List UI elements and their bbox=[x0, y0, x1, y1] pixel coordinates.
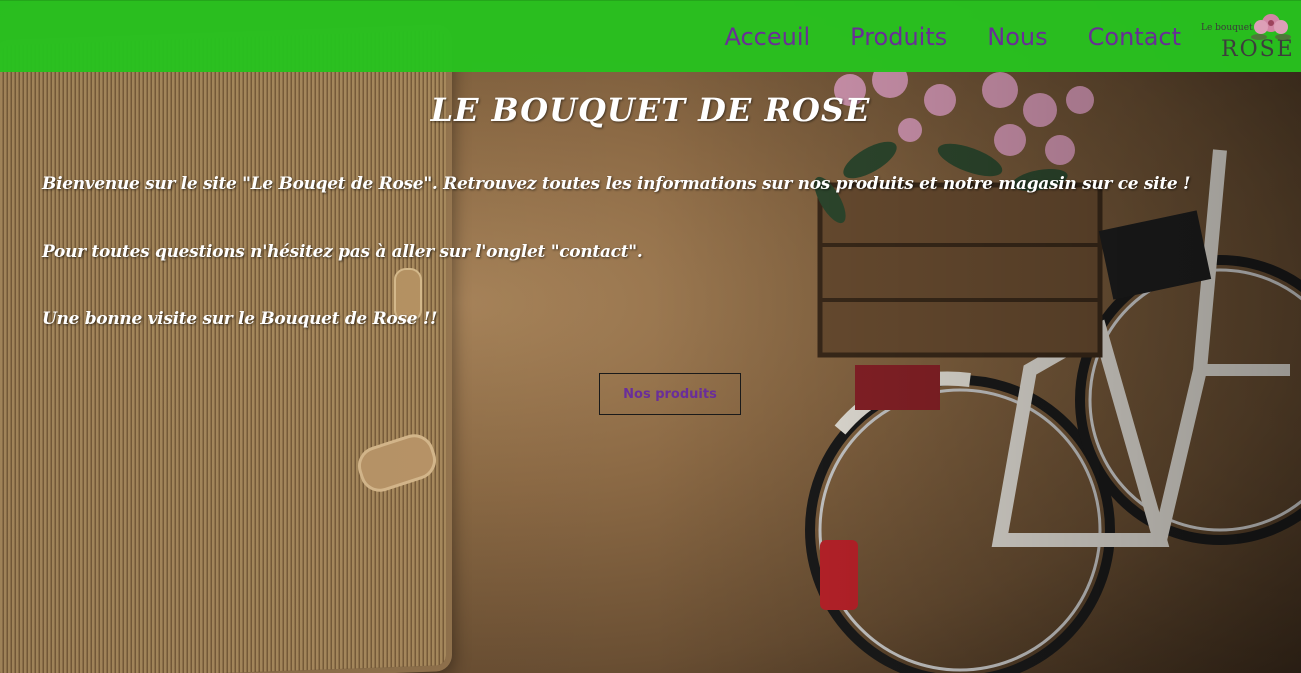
main-content: LE BOUQUET DE ROSE Bienvenue sur le site… bbox=[0, 71, 1301, 673]
flower-icon bbox=[1251, 14, 1291, 40]
contact-hint-paragraph: Pour toutes questions n'hésitez pas à al… bbox=[42, 242, 643, 262]
nav-item-nous[interactable]: Nous bbox=[987, 23, 1047, 51]
site-logo[interactable]: Le bouquet de ROSE bbox=[1201, 9, 1293, 65]
site-header: Acceuil Produits Nous Contact Le bouquet… bbox=[0, 0, 1301, 72]
main-nav: Acceuil Produits Nous Contact bbox=[684, 1, 1181, 72]
nav-item-contact[interactable]: Contact bbox=[1088, 23, 1181, 51]
page-title: LE BOUQUET DE ROSE bbox=[430, 91, 871, 129]
nav-item-produits[interactable]: Produits bbox=[850, 23, 947, 51]
nos-produits-button[interactable]: Nos produits bbox=[599, 373, 741, 415]
goodbye-paragraph: Une bonne visite sur le Bouquet de Rose … bbox=[42, 309, 438, 329]
welcome-paragraph: Bienvenue sur le site "Le Bouqet de Rose… bbox=[42, 174, 1191, 194]
nav-item-accueil[interactable]: Acceuil bbox=[724, 23, 810, 51]
